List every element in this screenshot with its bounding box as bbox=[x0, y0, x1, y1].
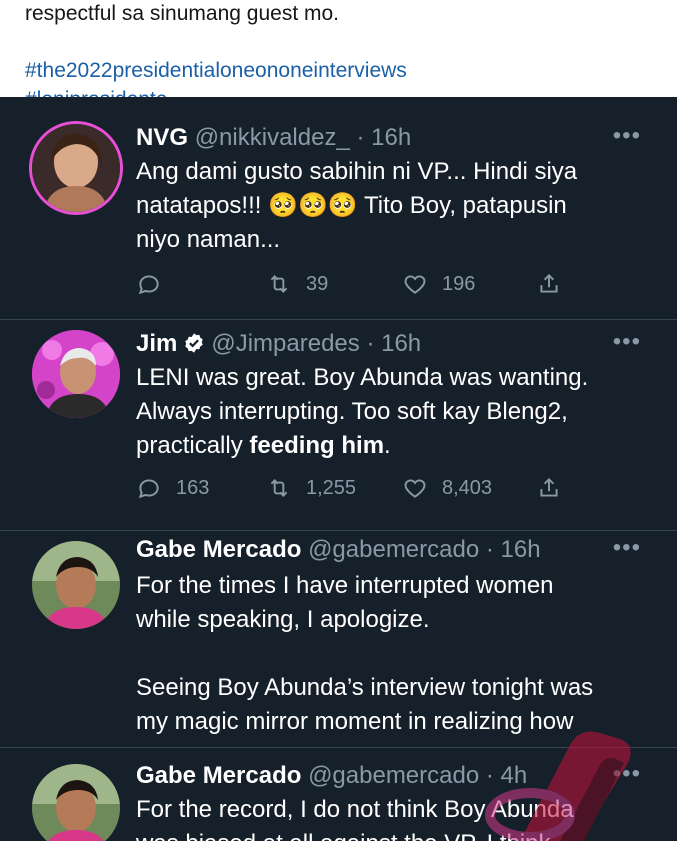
reply-icon bbox=[138, 479, 159, 499]
previous-tweet-text: respectful sa sinumang guest mo. bbox=[25, 2, 339, 25]
display-name[interactable]: NVG bbox=[136, 124, 188, 151]
tweet-text-line: LENI was great. Boy Abunda was wanting. bbox=[136, 364, 589, 391]
tweet-text-line: practically feeding him. bbox=[136, 429, 656, 463]
tweet-header: Jim @Jimparedes · 16h bbox=[136, 328, 421, 360]
reply-button[interactable] bbox=[136, 269, 176, 299]
tweet-text-line bbox=[136, 637, 656, 671]
reply-count: 163 bbox=[176, 476, 210, 499]
tweet-text-segment: . bbox=[384, 432, 391, 459]
tweet-header: NVG @nikkivaldez_ · 16h bbox=[136, 122, 411, 154]
display-name[interactable]: Gabe Mercado bbox=[136, 536, 301, 563]
tweet-text: Ang dami gusto sabihin ni VP... Hindi si… bbox=[136, 155, 656, 257]
more-options-icon[interactable]: ••• bbox=[613, 328, 641, 356]
user-handle[interactable]: @gabemercado bbox=[308, 762, 479, 789]
hashtag-link[interactable]: #lenipresidente bbox=[25, 88, 167, 97]
user-handle[interactable]: @gabemercado bbox=[308, 536, 479, 563]
tweet[interactable]: NVG @nikkivaldez_ · 16h ••• Ang dami gus… bbox=[0, 97, 677, 319]
heart-icon bbox=[404, 275, 426, 294]
retweet-icon bbox=[270, 275, 288, 293]
timestamp[interactable]: · 16h bbox=[366, 330, 421, 357]
like-count: 8,403 bbox=[442, 476, 493, 499]
tweet-actions: 163 1,255 8,403 bbox=[136, 473, 606, 503]
tweet[interactable]: Jim @Jimparedes · 16h ••• LENI was great.… bbox=[0, 320, 677, 530]
retweet-count: 39 bbox=[306, 272, 329, 295]
tweet-header: Gabe Mercado @gabemercado · 16h bbox=[136, 534, 541, 566]
user-handle[interactable]: @Jimparedes bbox=[211, 330, 359, 357]
more-options-icon[interactable]: ••• bbox=[613, 122, 641, 150]
avatar[interactable] bbox=[32, 764, 120, 841]
display-name[interactable]: Jim bbox=[136, 330, 177, 357]
share-button[interactable] bbox=[536, 269, 576, 299]
share-button[interactable] bbox=[536, 473, 576, 503]
share-icon bbox=[540, 477, 558, 497]
tweet-text-line: Always interrupting. Too soft kay Bleng2… bbox=[136, 398, 568, 425]
timestamp[interactable]: · 16h bbox=[486, 536, 541, 563]
more-options-icon[interactable]: ••• bbox=[613, 534, 641, 562]
tweet-text-line: while speaking, I apologize. bbox=[136, 606, 430, 633]
reply-icon bbox=[138, 275, 159, 295]
avatar[interactable] bbox=[32, 541, 120, 629]
like-button[interactable]: 8,403 bbox=[402, 473, 492, 503]
tweet[interactable]: Gabe Mercado @gabemercado · 16h ••• For … bbox=[0, 531, 677, 747]
reply-button[interactable]: 163 bbox=[136, 473, 209, 503]
avatar[interactable] bbox=[32, 124, 120, 212]
avatar[interactable] bbox=[32, 330, 120, 418]
watermark-logo-icon bbox=[485, 731, 631, 841]
tweet-text: For the times I have interrupted women w… bbox=[136, 569, 656, 739]
share-icon bbox=[540, 273, 558, 293]
tweet-actions: 39 196 bbox=[136, 269, 606, 299]
tweet-text-segment: practically bbox=[136, 432, 250, 459]
tweet-text-line: For the times I have interrupted women bbox=[136, 572, 554, 599]
heart-icon bbox=[404, 479, 426, 498]
user-handle[interactable]: @nikkivaldez_ bbox=[195, 124, 350, 151]
tweet-text: LENI was great. Boy Abunda was wanting. … bbox=[136, 361, 656, 463]
hashtag-link[interactable]: #the2022presidentialoneononeinterviews bbox=[25, 59, 407, 83]
tweet-text-line: natatapos!!! 🥺🥺🥺 Tito Boy, patapusin bbox=[136, 192, 567, 219]
tweet-text-line: niyo naman... bbox=[136, 226, 281, 253]
retweet-button[interactable]: 39 bbox=[266, 269, 328, 299]
like-button[interactable]: 196 bbox=[402, 269, 475, 299]
verified-badge-icon bbox=[185, 333, 204, 353]
tweet-text-line: Seeing Boy Abunda’s interview tonight wa… bbox=[136, 674, 594, 701]
retweet-count: 1,255 bbox=[306, 476, 357, 499]
tweet-text-line: Ang dami gusto sabihin ni VP... Hindi si… bbox=[136, 158, 578, 185]
previous-tweet-fragment: respectful sa sinumang guest mo. #the202… bbox=[0, 0, 677, 97]
tweet-text-bold: feeding him bbox=[249, 432, 385, 459]
like-count: 196 bbox=[442, 272, 476, 295]
timestamp[interactable]: · 16h bbox=[356, 124, 411, 151]
retweet-icon bbox=[270, 479, 288, 497]
display-name[interactable]: Gabe Mercado bbox=[136, 762, 301, 789]
retweet-button[interactable]: 1,255 bbox=[266, 473, 356, 503]
